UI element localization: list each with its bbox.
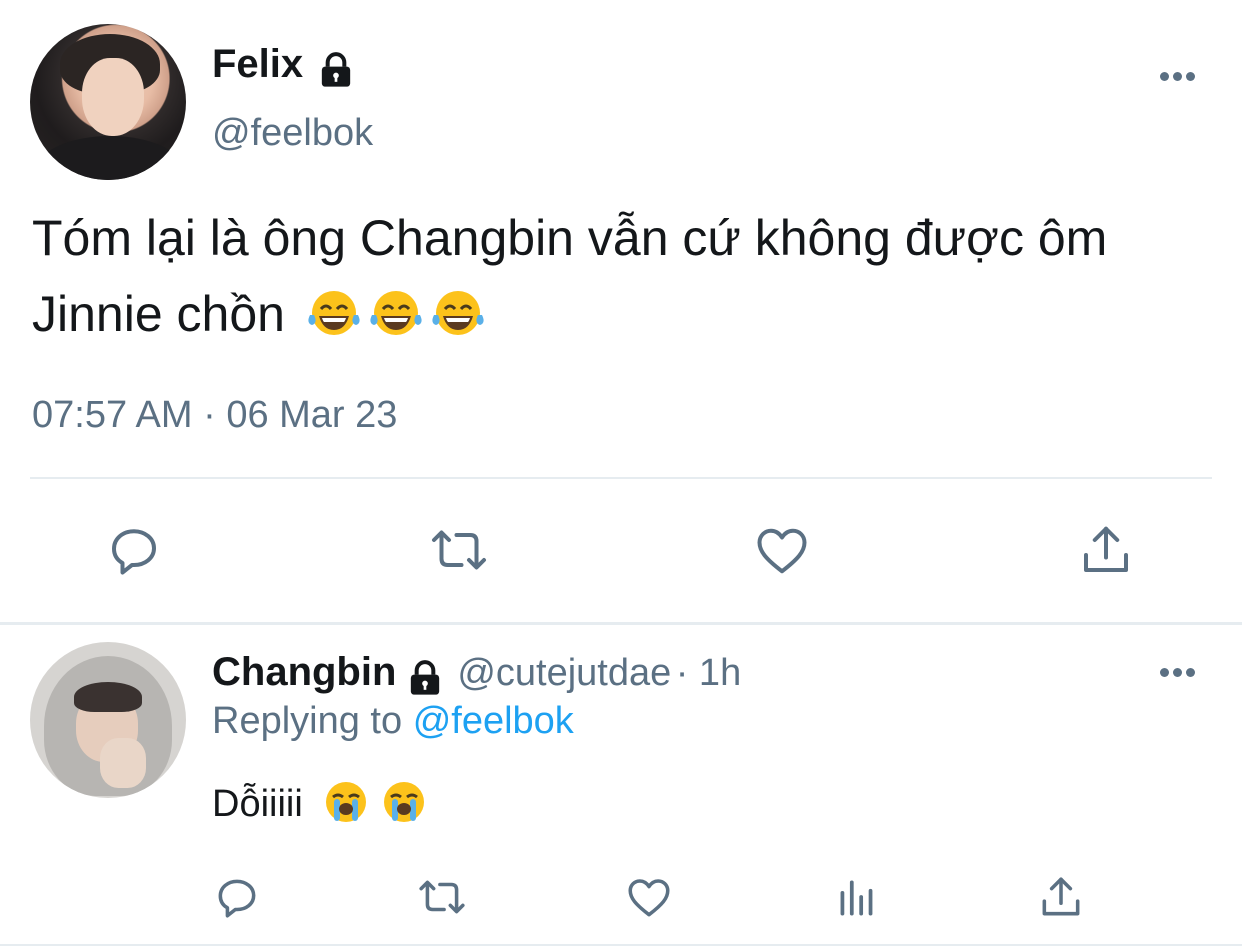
tears-of-joy-emoji-icon xyxy=(369,282,423,358)
reply-action-like-icon[interactable] xyxy=(624,872,674,922)
tweet-timestamp[interactable]: 07:57 AM · 06 Mar 23 xyxy=(32,394,397,437)
reply-action-reply-icon[interactable] xyxy=(212,872,262,922)
reply-body: Dỗiiiii xyxy=(212,783,303,825)
loudly-crying-emoji-icon xyxy=(321,780,371,834)
share-icon[interactable] xyxy=(1076,520,1136,580)
bottom-divider xyxy=(0,944,1242,946)
reply-header: Changbin @cutejutdae · 1h xyxy=(212,650,741,703)
reply-display-name[interactable]: Changbin xyxy=(212,650,396,694)
reply-action-share-icon[interactable] xyxy=(1036,872,1086,922)
tears-of-joy-emoji-icon xyxy=(431,282,485,358)
tears-of-joy-emoji-icon xyxy=(307,282,361,358)
lock-icon xyxy=(405,658,445,703)
like-icon[interactable] xyxy=(752,520,812,580)
replying-prefix: Replying to xyxy=(212,700,403,742)
replying-to: Replying to @feelbok xyxy=(212,700,574,743)
divider xyxy=(30,477,1212,479)
replying-mention[interactable]: @feelbok xyxy=(413,700,574,742)
lock-icon xyxy=(316,50,356,95)
changbin-avatar[interactable] xyxy=(30,642,186,798)
reply-text: Dỗiiiii xyxy=(212,780,429,834)
tweet-body: Tóm lại là ông Changbin vẫn cứ không đượ… xyxy=(32,210,1108,342)
more-options-icon[interactable] xyxy=(1160,68,1200,81)
display-name[interactable]: Felix xyxy=(212,42,303,86)
reply-time[interactable]: · 1h xyxy=(676,652,741,694)
reply-more-options-icon[interactable] xyxy=(1160,664,1200,677)
section-divider xyxy=(0,622,1242,625)
reply-action-retweet-icon[interactable] xyxy=(414,872,470,922)
felix-avatar[interactable] xyxy=(30,24,186,180)
tweet-author[interactable]: Felix xyxy=(212,42,356,95)
reply-action-analytics-icon[interactable] xyxy=(832,872,882,922)
tweet-text: Tóm lại là ông Changbin vẫn cứ không đượ… xyxy=(32,200,1232,358)
retweet-icon[interactable] xyxy=(426,520,492,580)
handle[interactable]: @feelbok xyxy=(212,112,373,155)
reply-icon[interactable] xyxy=(104,520,164,580)
loudly-crying-emoji-icon xyxy=(379,780,429,834)
reply-handle[interactable]: @cutejutdae xyxy=(457,652,671,694)
